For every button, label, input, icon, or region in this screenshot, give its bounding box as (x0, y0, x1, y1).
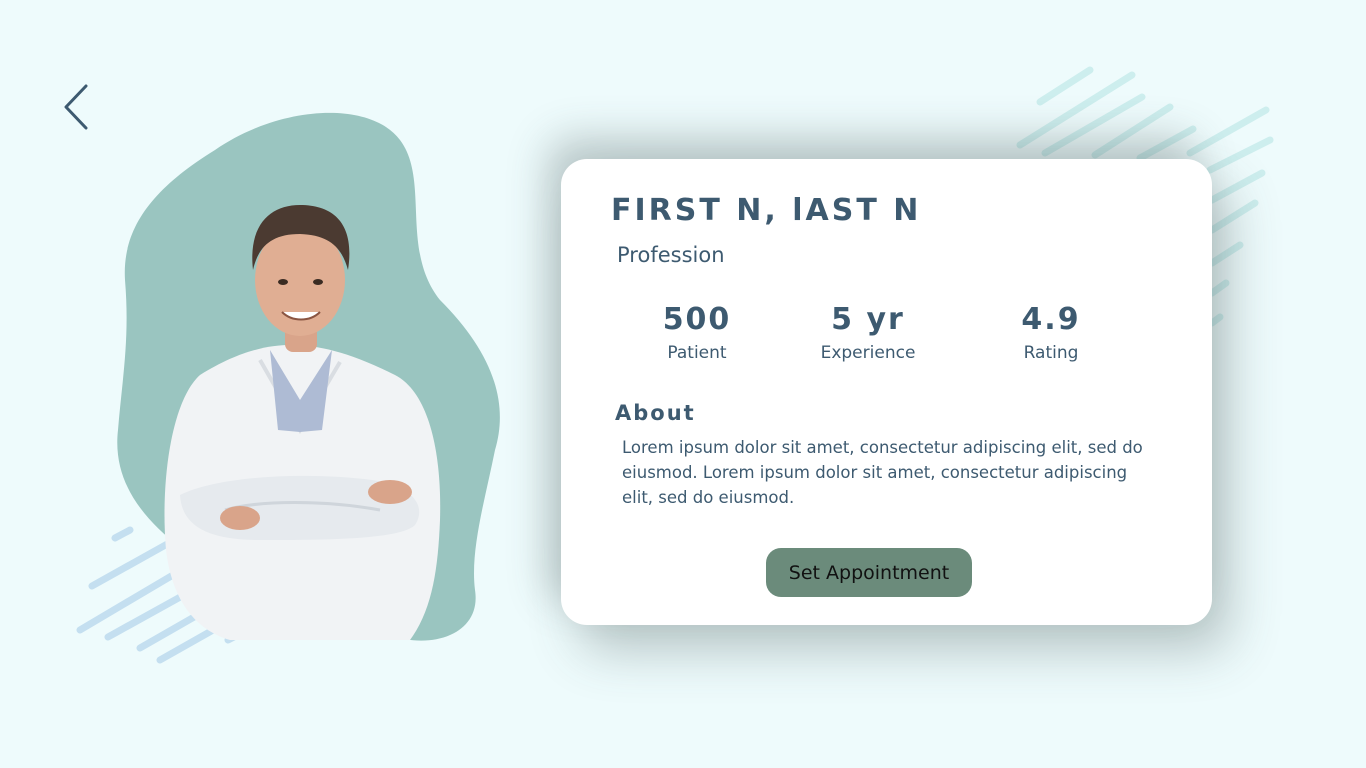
stat-rating: 4.9 Rating (966, 302, 1136, 363)
stat-experience: 5 yr Experience (783, 302, 953, 363)
stat-value: 4.9 (1021, 302, 1081, 337)
stat-label: Patient (667, 343, 727, 363)
doctor-name: FIRST N, lAST N (611, 193, 922, 228)
doctor-profession: Profession (617, 243, 725, 267)
back-button[interactable] (58, 82, 98, 132)
about-text: Lorem ipsum dolor sit amet, consectetur … (622, 438, 1143, 507)
stat-label: Experience (820, 343, 916, 363)
stat-label: Rating (1023, 343, 1079, 363)
chevron-left-icon (64, 84, 88, 130)
stat-patients: 500 Patient (612, 302, 782, 363)
stat-value: 500 (662, 302, 732, 337)
doctor-portrait (117, 112, 500, 641)
set-appointment-button[interactable]: Set Appointment (766, 548, 972, 597)
about-heading: About (615, 401, 696, 425)
profile-card: FIRST N, lAST N Profession 500 Patient 5… (561, 159, 1212, 625)
stat-value: 5 yr (831, 302, 905, 337)
